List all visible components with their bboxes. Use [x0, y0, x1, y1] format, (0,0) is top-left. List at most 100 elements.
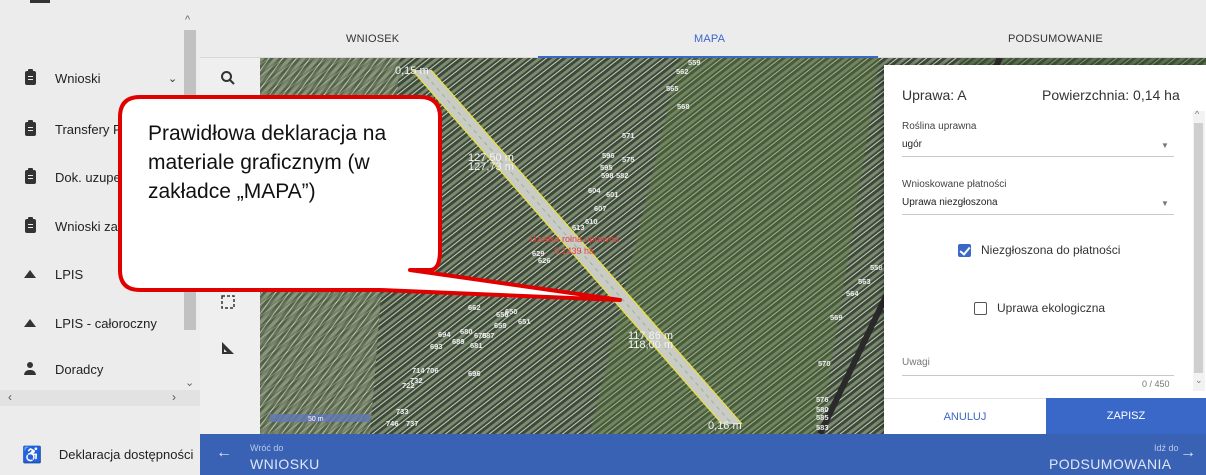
- parcel-note: Działka rolna uprawna: [530, 234, 619, 244]
- sidebar-item-label: Deklaracja dostępności: [58, 447, 194, 462]
- search-icon[interactable]: [220, 70, 236, 91]
- checkbox-checked-icon[interactable]: [958, 243, 971, 257]
- parcel-number: 604: [588, 186, 601, 195]
- parcel-number: 733: [396, 407, 409, 416]
- chevron-down-icon[interactable]: ⌄: [168, 72, 177, 85]
- parcel-number: 583: [816, 423, 829, 432]
- parcel-number: 570: [818, 359, 831, 368]
- parcel-number: 564: [846, 289, 859, 298]
- clipboard-icon: [24, 217, 36, 233]
- back-caption: Wróć do: [250, 443, 284, 453]
- map-length-label: 118,00 m: [628, 339, 673, 351]
- arrow-left-icon[interactable]: ←: [216, 444, 232, 462]
- field-underline: [902, 156, 1174, 157]
- field-underline: [902, 375, 1174, 376]
- sidebar-item-accessibility[interactable]: ♿ Deklaracja dostępności: [0, 434, 200, 475]
- parcel-number: 563: [858, 277, 871, 286]
- crop-select[interactable]: ugór: [902, 139, 922, 150]
- notes-field[interactable]: Uwagi: [902, 357, 930, 368]
- crop-area: Powierzchnia: 0,14 ha: [1042, 87, 1180, 103]
- sidebar: ^ ⌄ Wnioski ⌄ Transfery P Dok. uzupe Wni…: [0, 0, 200, 434]
- parcel-number: 582: [616, 171, 629, 180]
- notes-counter: 0 / 450: [1142, 379, 1170, 389]
- parcel-number: 681: [470, 341, 483, 350]
- scroll-left-icon[interactable]: ‹: [8, 390, 12, 404]
- measure-angle-icon[interactable]: [220, 340, 236, 361]
- parcel-number: 568: [677, 102, 690, 111]
- payment-field-label: Wnioskowane płatności: [902, 179, 1007, 190]
- tab-podsumowanie[interactable]: PODSUMOWANIE: [1008, 33, 1103, 45]
- parcel-number: 693: [430, 342, 443, 351]
- parcel-number: 659: [494, 321, 507, 330]
- eco-crop-checkbox[interactable]: Uprawa ekologiczna: [974, 301, 1105, 315]
- sidebar-scroll-up-icon[interactable]: ^: [185, 14, 190, 26]
- parcel-number: 696: [468, 369, 481, 378]
- map-toolbar: [200, 58, 260, 434]
- parcel-number: 694: [438, 330, 451, 339]
- parcel-number: 732: [410, 376, 423, 385]
- parcel-number: 610: [585, 217, 598, 226]
- sidebar-scroll-down-icon[interactable]: ⌄: [185, 376, 194, 389]
- tab-mapa[interactable]: MAPA: [694, 33, 725, 45]
- crop-details-panel: Uprawa: A Powierzchnia: 0,14 ha Roślina …: [884, 65, 1206, 434]
- scroll-down-icon[interactable]: ⌄: [1195, 375, 1203, 386]
- sidebar-top-divider: [30, 0, 50, 3]
- parcel-number: 569: [830, 313, 843, 322]
- parcel-number: 613: [572, 223, 585, 232]
- parcel-number: 575: [622, 155, 635, 164]
- parcel-number: 598: [601, 171, 614, 180]
- select-area-icon[interactable]: [220, 294, 236, 315]
- next-caption: Idź do: [1154, 443, 1179, 453]
- parcel-number: 654: [484, 287, 497, 296]
- cancel-button[interactable]: ANULUJ: [884, 398, 1046, 434]
- field-underline: [902, 214, 1174, 215]
- clipboard-icon: [24, 69, 36, 85]
- parcel-number: 629: [532, 249, 545, 258]
- parcel-number: 737: [406, 419, 419, 428]
- sidebar-item-label: LPIS: [55, 266, 84, 282]
- parcel-number: 607: [594, 204, 607, 213]
- tab-bar: WNIOSEK MAPA PODSUMOWANIE: [200, 0, 1206, 58]
- parcel-number: 680: [460, 327, 473, 336]
- scroll-right-icon[interactable]: ›: [172, 390, 176, 404]
- sidebar-item-doradcy[interactable]: Doradcy: [0, 354, 184, 384]
- panel-scrollbar[interactable]: ^ ⌄: [1193, 109, 1205, 391]
- parcel-number: 576: [816, 395, 829, 404]
- payment-select[interactable]: Uprawa niezgłoszona: [902, 197, 998, 208]
- map-length-label: 0,16 m: [708, 420, 742, 432]
- sidebar-item-lpis-caloroczny[interactable]: LPIS - całoroczny: [0, 308, 184, 338]
- scroll-up-icon[interactable]: ^: [1195, 109, 1199, 119]
- map-length-label: 127,73 m: [468, 161, 514, 173]
- scale-label: 50 m: [308, 416, 324, 423]
- sidebar-item-label: Doradcy: [55, 361, 104, 377]
- tab-wniosek[interactable]: WNIOSEK: [346, 33, 399, 45]
- clipboard-icon: [24, 168, 36, 184]
- save-button[interactable]: ZAPISZ: [1046, 398, 1206, 434]
- parcel-number: 706: [426, 366, 439, 375]
- checkbox-empty-icon[interactable]: [974, 301, 987, 315]
- parcel-number: 562: [676, 67, 689, 76]
- parcel-number: 651: [518, 317, 531, 326]
- scrollbar-thumb[interactable]: [1194, 123, 1203, 373]
- sidebar-item-wnioski-zaliczki[interactable]: Wnioski za: [0, 211, 184, 241]
- person-icon: [24, 362, 36, 376]
- sidebar-horizontal-scrollbar[interactable]: ‹ ›: [0, 390, 200, 406]
- arrow-right-icon[interactable]: →: [1180, 444, 1196, 462]
- not-declared-checkbox[interactable]: Niezgłoszona do płatności: [958, 243, 1120, 257]
- back-button[interactable]: WNIOSKU: [250, 456, 320, 472]
- caret-down-icon[interactable]: ▼: [1161, 141, 1169, 150]
- caret-down-icon[interactable]: ▼: [1161, 199, 1169, 208]
- parcel-number: 601: [606, 190, 619, 199]
- parcel-number: 565: [666, 84, 679, 93]
- parcel-number: 558: [870, 263, 883, 272]
- parcel-number: 687: [482, 331, 495, 340]
- parcel-number: 714: [412, 366, 425, 375]
- sidebar-item-lpis[interactable]: LPIS: [0, 259, 184, 289]
- bottom-navigation: ← Wróć do WNIOSKU Idź do PODSUMOWANIA →: [200, 434, 1206, 475]
- parcel-note: 0,1439 ha: [554, 246, 594, 256]
- mountain-icon: [24, 319, 36, 327]
- accessibility-icon: ♿: [22, 446, 42, 464]
- parcel-number: 650: [505, 307, 518, 316]
- next-button[interactable]: PODSUMOWANIA: [1049, 456, 1172, 472]
- sidebar-item-wnioski[interactable]: Wnioski ⌄: [0, 63, 184, 93]
